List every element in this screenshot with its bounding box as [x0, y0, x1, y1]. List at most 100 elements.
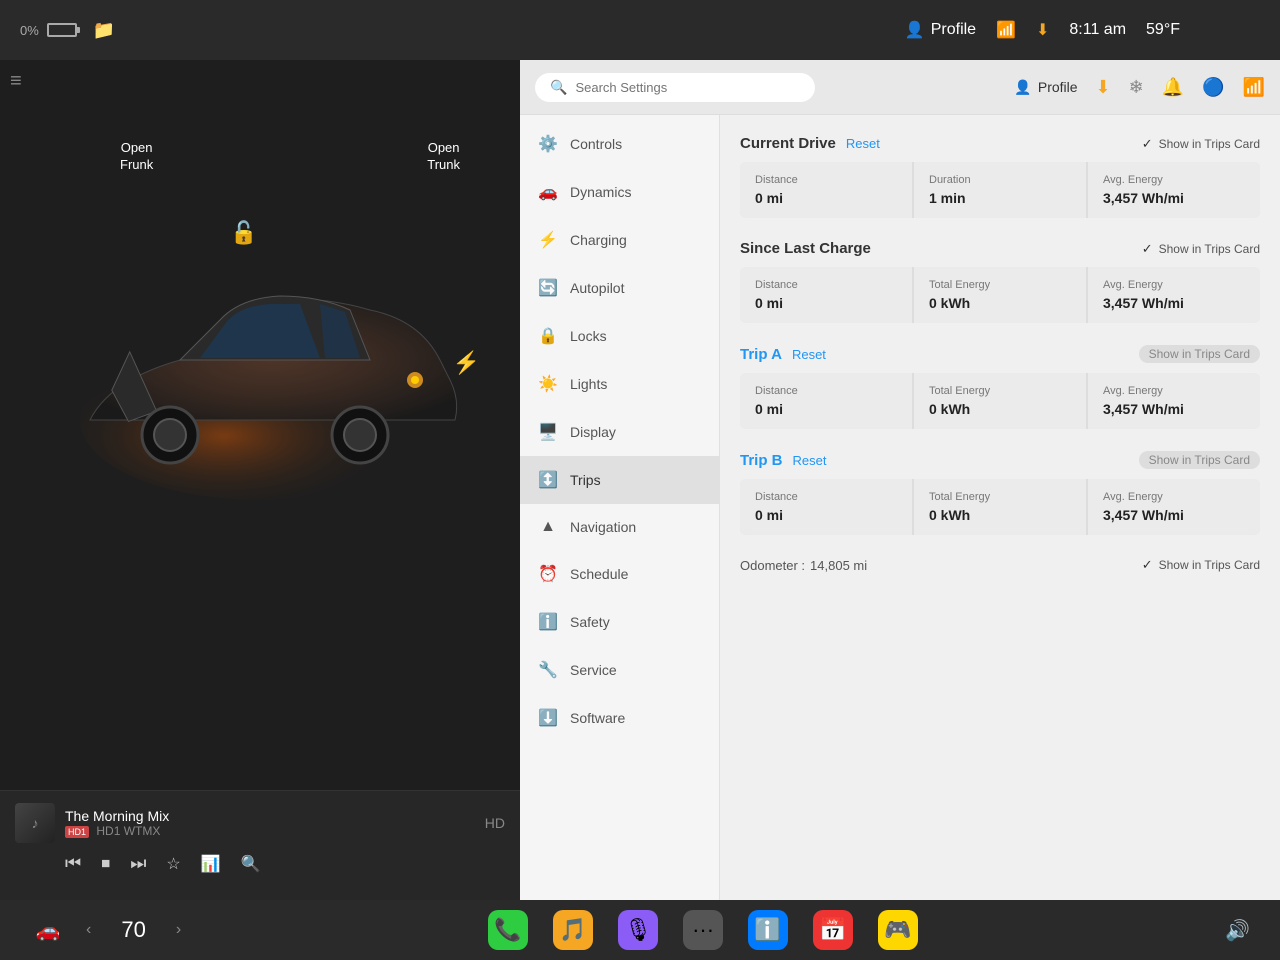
- odometer-label: Odometer :: [740, 558, 805, 573]
- next-button[interactable]: ⏭: [130, 853, 146, 874]
- nav-item-locks[interactable]: 🔒 Locks: [520, 312, 719, 360]
- since-last-charge-avg-label: Avg. Energy: [1103, 279, 1245, 291]
- since-last-charge-show-trips[interactable]: ✓ Show in Trips Card: [1142, 241, 1260, 257]
- battery-icon: [47, 23, 77, 37]
- battery-percent: 0%: [20, 23, 39, 38]
- current-drive-distance-value: 0 mi: [755, 190, 897, 206]
- nav-item-navigation[interactable]: ▲ Navigation: [520, 504, 719, 550]
- nav-item-autopilot[interactable]: 🔄 Autopilot: [520, 264, 719, 312]
- lights-label: Lights: [570, 376, 607, 392]
- nav-item-service[interactable]: 🔧 Service: [520, 646, 719, 694]
- since-last-charge-section: Since Last Charge ✓ Show in Trips Card D…: [740, 240, 1260, 323]
- dock-siri-app[interactable]: 🎙: [618, 910, 658, 950]
- software-label: Software: [570, 710, 625, 726]
- music-player: ♪ The Morning Mix HD1 HD1 WTMX HD ⏮ ⏹ ⏭ …: [0, 790, 520, 900]
- trip-b-distance-label: Distance: [755, 491, 897, 503]
- header-bluetooth-icon[interactable]: 🔵: [1202, 77, 1224, 98]
- profile-button-top[interactable]: 👤 Profile: [905, 20, 976, 40]
- header-bell-icon[interactable]: 🔔: [1162, 77, 1184, 98]
- autopilot-label: Autopilot: [570, 280, 624, 296]
- navigation-icon: ▲: [538, 518, 558, 536]
- music-right-icons: HD: [485, 815, 505, 831]
- dock-info-app[interactable]: ℹ️: [748, 910, 788, 950]
- nav-item-dynamics[interactable]: 🚗 Dynamics: [520, 168, 719, 216]
- header-fan-icon[interactable]: ❄: [1129, 77, 1144, 98]
- volume-icon[interactable]: 🔊: [1225, 918, 1250, 943]
- trip-a-reset[interactable]: Reset: [792, 347, 826, 362]
- search-music-button[interactable]: 🔍: [241, 854, 261, 874]
- current-drive-checkmark: ✓: [1142, 136, 1153, 152]
- current-drive-distance-cell: Distance 0 mi: [740, 162, 912, 218]
- trip-b-header: Trip B Reset Show in Trips Card: [740, 451, 1260, 469]
- dock-car-button[interactable]: 🚗: [30, 912, 66, 948]
- charging-label: Charging: [570, 232, 627, 248]
- current-drive-header: Current Drive Reset ✓ Show in Trips Card: [740, 135, 1260, 152]
- trip-b-title: Trip B: [740, 452, 783, 469]
- signal-icon: 📶: [996, 20, 1016, 40]
- dock-right: 🔊: [1225, 918, 1250, 943]
- trip-a-title: Trip A: [740, 346, 782, 363]
- menu-icon[interactable]: ≡: [10, 70, 22, 92]
- controls-icon: ⚙️: [538, 134, 558, 154]
- trip-a-total-energy-label: Total Energy: [929, 385, 1071, 397]
- trips-label: Trips: [570, 472, 601, 488]
- odometer-show-trips[interactable]: ✓ Show in Trips Card: [1142, 557, 1260, 573]
- status-left: 0% 📁: [20, 20, 115, 41]
- trip-b-total-energy-value: 0 kWh: [929, 507, 1071, 523]
- music-top: ♪ The Morning Mix HD1 HD1 WTMX HD: [15, 803, 505, 843]
- current-drive-reset[interactable]: Reset: [846, 136, 880, 151]
- since-last-charge-title: Since Last Charge: [740, 240, 871, 257]
- dock-speed: 70: [121, 917, 145, 943]
- music-info: The Morning Mix HD1 HD1 WTMX: [65, 808, 475, 838]
- since-last-charge-total-energy-value: 0 kWh: [929, 295, 1071, 311]
- since-last-charge-avg-energy-cell: Avg. Energy 3,457 Wh/mi: [1088, 267, 1260, 323]
- hd-radio-icon: HD: [485, 815, 505, 831]
- search-icon: 🔍: [550, 79, 567, 96]
- nav-item-software[interactable]: ⬇️ Software: [520, 694, 719, 742]
- favorite-button[interactable]: ☆: [166, 854, 180, 874]
- equalizer-button[interactable]: 📊: [201, 854, 221, 874]
- current-drive-show-trips[interactable]: ✓ Show in Trips Card: [1142, 136, 1260, 152]
- header-download-icon[interactable]: ⬇: [1096, 77, 1111, 98]
- current-drive-distance-label: Distance: [755, 174, 897, 186]
- odometer-row: Odometer : 14,805 mi ✓ Show in Trips Car…: [740, 557, 1260, 573]
- nav-item-lights[interactable]: ☀️ Lights: [520, 360, 719, 408]
- dock-phone-app[interactable]: 📞: [488, 910, 528, 950]
- nav-item-schedule[interactable]: ⏰ Schedule: [520, 550, 719, 598]
- locks-label: Locks: [570, 328, 607, 344]
- nav-item-display[interactable]: 🖥️ Display: [520, 408, 719, 456]
- settings-header: 🔍 👤 Profile ⬇ ❄ 🔔 🔵 📶: [520, 60, 1280, 115]
- music-controls[interactable]: ⏮ ⏹ ⏭ ☆ 📊 🔍: [15, 853, 505, 874]
- dock-more-app[interactable]: ···: [683, 910, 723, 950]
- nav-item-safety[interactable]: ℹ️ Safety: [520, 598, 719, 646]
- right-panel: 🔍 👤 Profile ⬇ ❄ 🔔 🔵 📶 ⚙️ Co: [520, 60, 1280, 900]
- car-svg: [60, 220, 460, 540]
- search-box[interactable]: 🔍: [535, 73, 815, 102]
- nav-item-charging[interactable]: ⚡ Charging: [520, 216, 719, 264]
- stop-button[interactable]: ⏹: [101, 853, 110, 874]
- header-signal-icon[interactable]: 📶: [1243, 77, 1265, 98]
- current-drive-energy-label: Avg. Energy: [1103, 174, 1245, 186]
- search-input[interactable]: [575, 80, 800, 95]
- dock-music-app[interactable]: 🎵: [553, 910, 593, 950]
- trip-b-show-trips[interactable]: Show in Trips Card: [1139, 451, 1260, 469]
- locks-icon: 🔒: [538, 326, 558, 346]
- dock-games-app[interactable]: 🎮: [878, 910, 918, 950]
- trip-b-reset[interactable]: Reset: [793, 453, 827, 468]
- dock-left: 🚗 ‹ 70 ›: [30, 912, 181, 948]
- dock-calendar-app[interactable]: 📅: [813, 910, 853, 950]
- trip-a-avg-value: 3,457 Wh/mi: [1103, 401, 1245, 417]
- previous-button[interactable]: ⏮: [65, 853, 81, 874]
- dock-center: 📞 🎵 🎙 ··· ℹ️ 📅 🎮: [181, 910, 1225, 950]
- header-profile-button[interactable]: 👤 Profile: [1014, 79, 1077, 96]
- status-bar: 0% 📁 👤 Profile 📶 ⬇ 8:11 am 59°F: [0, 0, 1280, 60]
- nav-item-controls[interactable]: ⚙️ Controls: [520, 120, 719, 168]
- hd-badge: HD1: [65, 826, 89, 838]
- temperature-display: 59°F: [1146, 21, 1180, 39]
- odometer-show-trips-label: Show in Trips Card: [1159, 558, 1260, 572]
- nav-item-trips[interactable]: ↕️ Trips: [520, 456, 719, 504]
- trip-a-show-trips[interactable]: Show in Trips Card: [1139, 345, 1260, 363]
- trip-b-distance-cell: Distance 0 mi: [740, 479, 912, 535]
- trip-a-avg-energy-cell: Avg. Energy 3,457 Wh/mi: [1088, 373, 1260, 429]
- current-drive-title: Current Drive: [740, 135, 836, 152]
